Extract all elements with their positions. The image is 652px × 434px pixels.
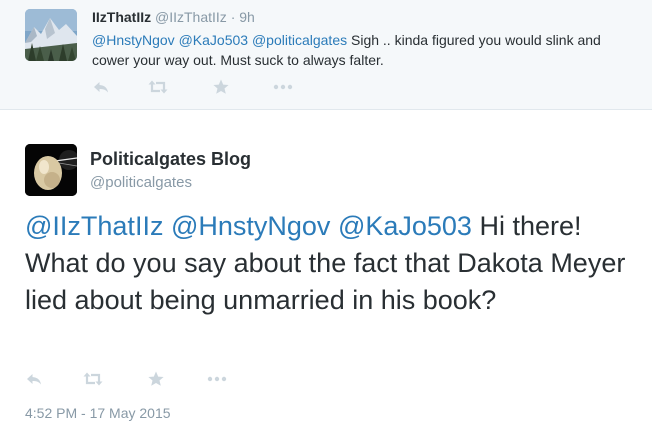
mention-link[interactable]: @HnstyNgov <box>171 211 330 241</box>
egg-avatar-image <box>25 144 77 196</box>
mention-link[interactable]: @IIzThatIIz <box>25 211 163 241</box>
main-handle[interactable]: @politicalgates <box>90 174 192 191</box>
parent-handle[interactable]: @IIzThatIIz <box>155 9 227 25</box>
more-icon[interactable] <box>272 78 294 96</box>
reply-icon[interactable] <box>25 370 43 388</box>
main-avatar[interactable] <box>25 144 77 196</box>
mountain-landscape-avatar-image <box>25 9 77 61</box>
mention-link[interactable]: @HnstyNgov <box>92 32 175 48</box>
parent-header: IIzThatIIz @IIzThatIIz · 9h <box>92 9 255 25</box>
mention-link[interactable]: @KaJo503 <box>338 211 472 241</box>
parent-tweet-text: @HnstyNgov @KaJo503 @politicalgates Sigh… <box>92 30 637 70</box>
parent-tweet[interactable]: IIzThatIIz @IIzThatIIz · 9h @HnstyNgov @… <box>0 0 652 110</box>
parent-display-name[interactable]: IIzThatIIz <box>92 9 151 25</box>
parent-avatar[interactable] <box>25 9 77 61</box>
mention-link[interactable]: @KaJo503 <box>179 32 248 48</box>
favorite-icon[interactable] <box>147 370 165 388</box>
more-icon[interactable] <box>206 370 228 388</box>
main-tweet-text: @IIzThatIIz @HnstyNgov @KaJo503 Hi there… <box>25 208 637 319</box>
mention-link[interactable]: @politicalgates <box>252 32 347 48</box>
main-display-name[interactable]: Politicalgates Blog <box>90 149 251 170</box>
tweet-timestamp[interactable]: 4:52 PM - 17 May 2015 <box>25 405 171 421</box>
retweet-icon[interactable] <box>82 370 104 388</box>
retweet-icon[interactable] <box>147 78 169 96</box>
reply-icon[interactable] <box>92 78 110 96</box>
parent-time[interactable]: · 9h <box>231 9 255 25</box>
favorite-icon[interactable] <box>212 78 230 96</box>
